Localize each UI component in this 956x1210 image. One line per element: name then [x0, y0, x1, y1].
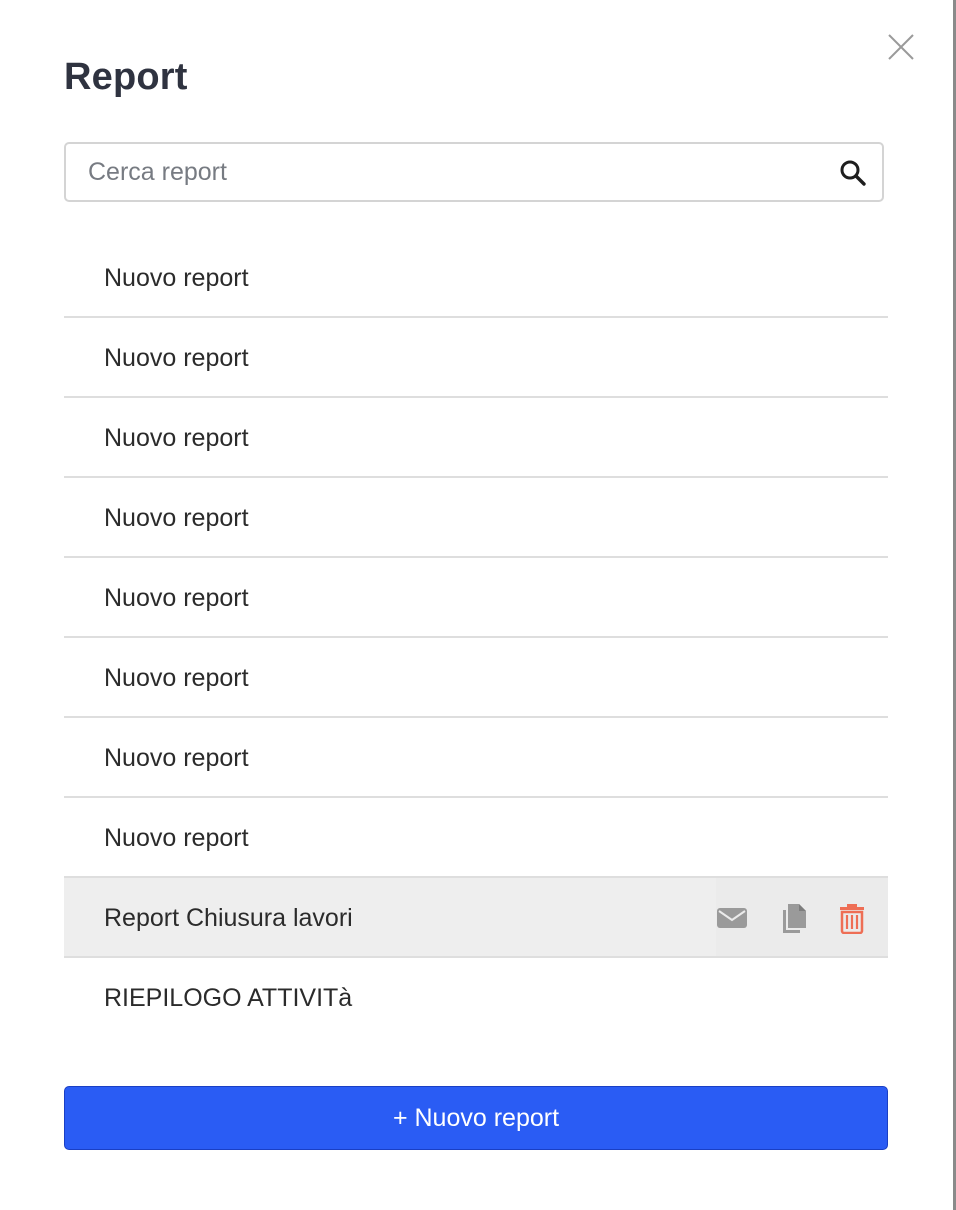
list-item[interactable]: Nuovo report: [64, 398, 888, 478]
list-item-hovered[interactable]: Report Chiusura lavori: [64, 878, 888, 958]
list-item[interactable]: Nuovo report: [64, 798, 888, 878]
copy-icon[interactable]: [778, 902, 810, 934]
report-label: Nuovo report: [104, 744, 249, 772]
report-label: Nuovo report: [104, 424, 249, 452]
close-icon: [888, 34, 914, 60]
report-label: Nuovo report: [104, 504, 249, 532]
list-item[interactable]: Nuovo report: [64, 238, 888, 318]
list-item[interactable]: RIEPILOGO ATTIVITà: [64, 958, 888, 1038]
page-title: Report: [64, 56, 188, 98]
report-label: RIEPILOGO ATTIVITà: [104, 984, 353, 1012]
report-label: Report Chiusura lavori: [104, 904, 353, 932]
close-button[interactable]: [884, 30, 918, 64]
report-label: Nuovo report: [104, 264, 249, 292]
list-item[interactable]: Nuovo report: [64, 558, 888, 638]
list-item[interactable]: Nuovo report: [64, 638, 888, 718]
report-label: Nuovo report: [104, 664, 249, 692]
list-item[interactable]: Nuovo report: [64, 478, 888, 558]
report-modal: Report Nuovo report Nuovo report Nuovo r…: [0, 0, 956, 1210]
new-report-button[interactable]: + Nuovo report: [64, 1086, 888, 1150]
report-label: Nuovo report: [104, 344, 249, 372]
search-box: [64, 142, 884, 202]
search-input[interactable]: [66, 144, 806, 200]
report-list: Nuovo report Nuovo report Nuovo report N…: [64, 238, 888, 1038]
list-item[interactable]: Nuovo report: [64, 718, 888, 798]
email-icon[interactable]: [716, 902, 748, 934]
trash-icon[interactable]: [836, 902, 868, 934]
search-icon[interactable]: [838, 158, 868, 188]
report-label: Nuovo report: [104, 584, 249, 612]
list-item[interactable]: Nuovo report: [64, 318, 888, 398]
report-label: Nuovo report: [104, 824, 249, 852]
row-actions: [716, 878, 888, 956]
